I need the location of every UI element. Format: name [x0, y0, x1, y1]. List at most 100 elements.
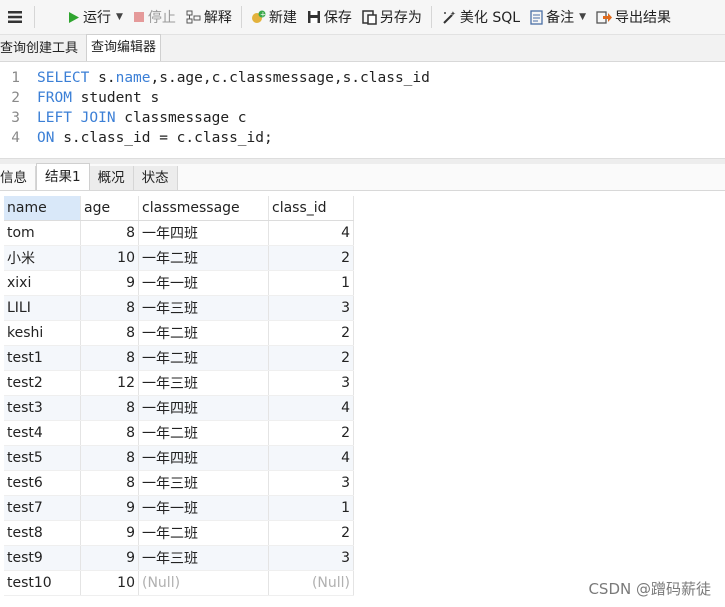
export-results-button[interactable]: 导出结果: [591, 0, 676, 34]
table-row[interactable]: test6 8 一年三班 3: [4, 470, 354, 496]
tab-profile[interactable]: 概况: [89, 166, 134, 190]
table-row[interactable]: test7 9 一年一班 1: [4, 495, 354, 521]
cell-classmessage[interactable]: 一年三班: [138, 295, 269, 321]
cell-class-id[interactable]: (Null): [268, 570, 354, 596]
cell-name[interactable]: tom: [4, 220, 81, 246]
column-header-age[interactable]: age: [80, 196, 139, 221]
cell-class-id[interactable]: 2: [268, 345, 354, 371]
cell-class-id[interactable]: 3: [268, 370, 354, 396]
cell-classmessage[interactable]: (Null): [138, 570, 269, 596]
new-query-button[interactable]: + 新建: [246, 0, 302, 34]
column-header-classmessage[interactable]: classmessage: [138, 196, 269, 221]
save-as-button[interactable]: 另存为: [357, 0, 427, 34]
notes-button[interactable]: 备注 ▼: [525, 0, 591, 34]
cell-age[interactable]: 8: [80, 345, 139, 371]
save-button[interactable]: 保存: [302, 0, 357, 34]
chevron-down-icon[interactable]: ▼: [579, 12, 586, 22]
cell-age[interactable]: 8: [80, 445, 139, 471]
chevron-down-icon[interactable]: ▼: [116, 12, 123, 22]
cell-name[interactable]: test8: [4, 520, 81, 546]
table-row[interactable]: test5 8 一年四班 4: [4, 445, 354, 471]
cell-classmessage[interactable]: 一年一班: [138, 270, 269, 296]
cell-name[interactable]: test4: [4, 420, 81, 446]
table-row[interactable]: 小米 10 一年二班 2: [4, 245, 354, 271]
tab-result1[interactable]: 结果1: [36, 163, 90, 190]
column-header-class-id[interactable]: class_id: [268, 196, 354, 221]
tab-query-editor[interactable]: 查询编辑器: [86, 34, 162, 61]
table-row[interactable]: keshi 8 一年二班 2: [4, 320, 354, 346]
table-row[interactable]: xixi 9 一年一班 1: [4, 270, 354, 296]
cell-classmessage[interactable]: 一年二班: [138, 420, 269, 446]
cell-name[interactable]: xixi: [4, 270, 81, 296]
cell-class-id[interactable]: 2: [268, 520, 354, 546]
cell-class-id[interactable]: 2: [268, 320, 354, 346]
stop-button[interactable]: 停止: [128, 0, 181, 34]
cell-name[interactable]: test1: [4, 345, 81, 371]
table-row[interactable]: test1 8 一年二班 2: [4, 345, 354, 371]
table-row[interactable]: test9 9 一年三班 3: [4, 545, 354, 571]
cell-name[interactable]: LILI: [4, 295, 81, 321]
cell-classmessage[interactable]: 一年三班: [138, 370, 269, 396]
cell-name[interactable]: test7: [4, 495, 81, 521]
cell-classmessage[interactable]: 一年四班: [138, 220, 269, 246]
cell-class-id[interactable]: 3: [268, 545, 354, 571]
cell-class-id[interactable]: 2: [268, 245, 354, 271]
cell-name[interactable]: test3: [4, 395, 81, 421]
sql-editor[interactable]: 1 SELECT s.name,s.age,c.classmessage,s.c…: [0, 62, 725, 158]
cell-age[interactable]: 9: [80, 495, 139, 521]
table-row[interactable]: test8 9 一年二班 2: [4, 520, 354, 546]
explain-button[interactable]: 解释: [181, 0, 237, 34]
tab-info[interactable]: 信息: [0, 166, 36, 190]
cell-age[interactable]: 8: [80, 470, 139, 496]
cell-classmessage[interactable]: 一年二班: [138, 245, 269, 271]
cell-age[interactable]: 10: [80, 245, 139, 271]
cell-age[interactable]: 8: [80, 295, 139, 321]
cell-name[interactable]: test2: [4, 370, 81, 396]
cell-class-id[interactable]: 4: [268, 395, 354, 421]
table-row[interactable]: test2 12 一年三班 3: [4, 370, 354, 396]
cell-age[interactable]: 12: [80, 370, 139, 396]
beautify-sql-button[interactable]: ✦ 美化 SQL: [436, 0, 525, 34]
cell-class-id[interactable]: 1: [268, 495, 354, 521]
cell-age[interactable]: 8: [80, 220, 139, 246]
cell-name[interactable]: test6: [4, 470, 81, 496]
export-icon: [596, 10, 612, 25]
cell-age[interactable]: 10: [80, 570, 139, 596]
cell-age[interactable]: 8: [80, 420, 139, 446]
tab-query-builder[interactable]: 查询创建工具: [0, 37, 82, 61]
menu-icon[interactable]: [0, 0, 30, 34]
cell-class-id[interactable]: 3: [268, 470, 354, 496]
cell-classmessage[interactable]: 一年二班: [138, 345, 269, 371]
run-button[interactable]: 运行 ▼: [63, 0, 128, 34]
line-number: 4: [11, 130, 20, 146]
cell-age[interactable]: 9: [80, 520, 139, 546]
table-row[interactable]: LILI 8 一年三班 3: [4, 295, 354, 321]
cell-classmessage[interactable]: 一年二班: [138, 320, 269, 346]
table-row[interactable]: tom 8 一年四班 4: [4, 220, 354, 246]
cell-age[interactable]: 8: [80, 320, 139, 346]
table-row[interactable]: test4 8 一年二班 2: [4, 420, 354, 446]
cell-name[interactable]: test9: [4, 545, 81, 571]
cell-age[interactable]: 9: [80, 270, 139, 296]
cell-age[interactable]: 9: [80, 545, 139, 571]
cell-name[interactable]: keshi: [4, 320, 81, 346]
cell-classmessage[interactable]: 一年三班: [138, 545, 269, 571]
table-row[interactable]: test10 10 (Null) (Null): [4, 570, 354, 596]
cell-name[interactable]: 小米: [4, 245, 81, 271]
tab-status[interactable]: 状态: [133, 166, 178, 190]
cell-classmessage[interactable]: 一年二班: [138, 520, 269, 546]
cell-class-id[interactable]: 3: [268, 295, 354, 321]
column-header-name[interactable]: name: [4, 196, 81, 221]
cell-classmessage[interactable]: 一年三班: [138, 470, 269, 496]
cell-classmessage[interactable]: 一年四班: [138, 445, 269, 471]
cell-class-id[interactable]: 4: [268, 445, 354, 471]
cell-name[interactable]: test10: [4, 570, 81, 596]
cell-class-id[interactable]: 4: [268, 220, 354, 246]
table-row[interactable]: test3 8 一年四班 4: [4, 395, 354, 421]
cell-name[interactable]: test5: [4, 445, 81, 471]
cell-classmessage[interactable]: 一年一班: [138, 495, 269, 521]
cell-class-id[interactable]: 2: [268, 420, 354, 446]
cell-classmessage[interactable]: 一年四班: [138, 395, 269, 421]
cell-age[interactable]: 8: [80, 395, 139, 421]
cell-class-id[interactable]: 1: [268, 270, 354, 296]
